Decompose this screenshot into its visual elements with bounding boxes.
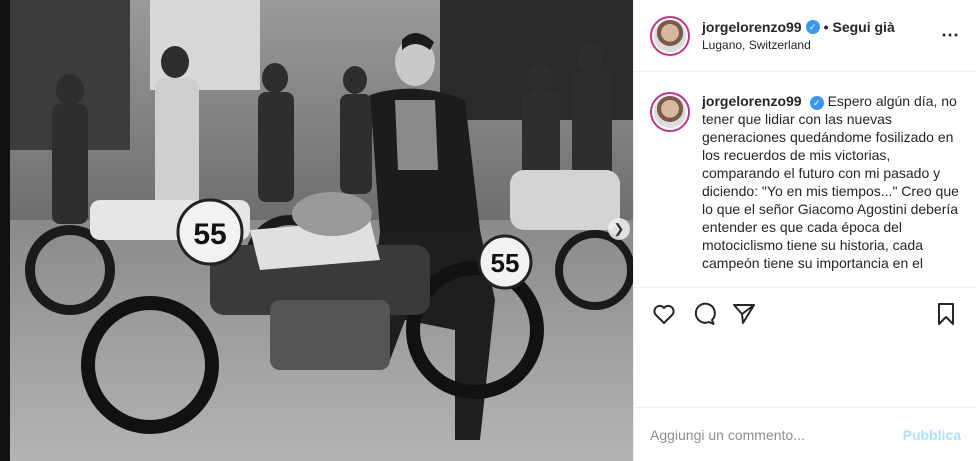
carousel-next-button[interactable]: ❯ bbox=[608, 218, 630, 240]
verified-badge-icon: ✓ bbox=[809, 96, 824, 110]
follow-status-button[interactable]: Segui già bbox=[833, 19, 895, 35]
post-header: jorgelorenzo99 ✓ • Segui già Lugano, Swi… bbox=[634, 0, 976, 72]
vintage-motorcycle-photo: 55 55 bbox=[10, 0, 633, 461]
comment-icon[interactable] bbox=[690, 300, 718, 328]
heart-icon[interactable] bbox=[650, 300, 678, 328]
caption-body: Espero algún día, no tener que lidiar co… bbox=[702, 93, 959, 271]
bookmark-icon[interactable] bbox=[932, 300, 960, 328]
header-username-link[interactable]: jorgelorenzo99 bbox=[702, 19, 802, 35]
caption-username-link[interactable]: jorgelorenzo99 bbox=[702, 93, 802, 109]
caption-section: jorgelorenzo99 ✓ Espero algún día, no tene… bbox=[634, 72, 976, 288]
comment-bar: Pubblica bbox=[634, 407, 976, 461]
comment-input[interactable] bbox=[650, 426, 903, 443]
caption-text: jorgelorenzo99 ✓ Espero algún día, no tene… bbox=[702, 92, 960, 287]
caption-avatar[interactable] bbox=[650, 92, 690, 132]
bike-number-right: 55 bbox=[491, 248, 520, 278]
more-options-icon[interactable]: ⋯ bbox=[941, 25, 960, 46]
location-link[interactable]: Lugano, Switzerland bbox=[702, 38, 941, 52]
action-bar bbox=[634, 288, 976, 340]
verified-badge-icon: ✓ bbox=[805, 20, 820, 34]
avatar[interactable] bbox=[650, 15, 690, 56]
chevron-right-icon: ❯ bbox=[613, 221, 625, 236]
post-sidebar: jorgelorenzo99 ✓ • Segui già Lugano, Swi… bbox=[633, 0, 976, 461]
bike-number-left: 55 bbox=[193, 218, 226, 251]
publish-button[interactable]: Pubblica bbox=[903, 427, 961, 443]
separator-dot: • bbox=[823, 19, 829, 35]
post-photo[interactable]: 55 55 ❯ bbox=[0, 0, 633, 461]
paper-plane-icon[interactable] bbox=[730, 300, 758, 328]
